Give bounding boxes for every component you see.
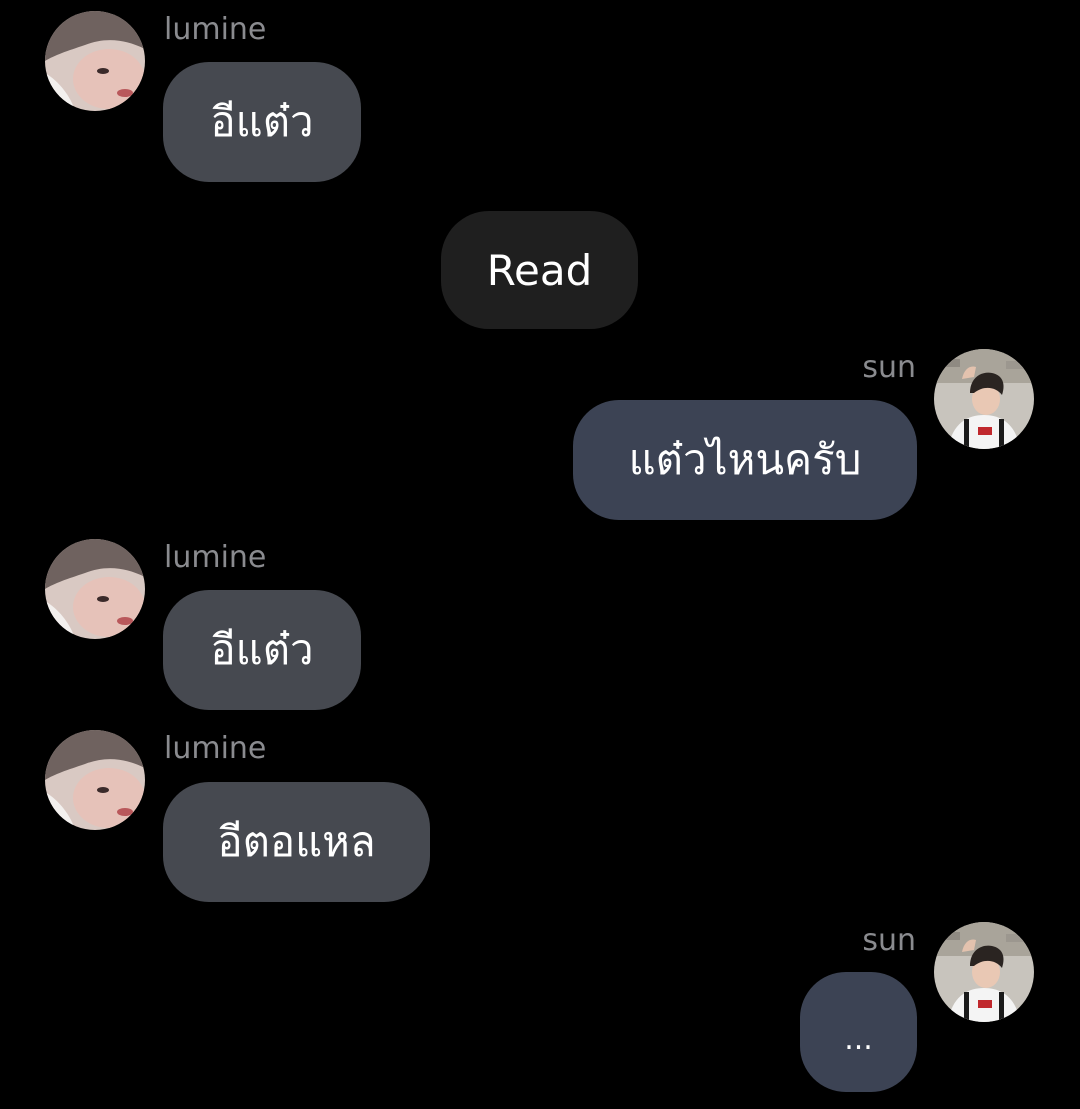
message-text: แต๋วไหนครับ — [628, 435, 862, 484]
sender-name: sun — [862, 350, 916, 385]
read-status-badge: Read — [441, 211, 638, 329]
lumine-avatar[interactable] — [45, 11, 145, 111]
message-bubble[interactable]: แต๋วไหนครับ — [573, 400, 917, 520]
sender-name: lumine — [164, 12, 267, 47]
lumine-avatar[interactable] — [45, 730, 145, 830]
message-text: อีตอแหล — [217, 817, 376, 866]
lumine-avatar[interactable] — [45, 539, 145, 639]
sender-name: sun — [862, 923, 916, 958]
sender-name: lumine — [164, 731, 267, 766]
read-status-text: Read — [486, 245, 593, 295]
sun-avatar[interactable] — [934, 349, 1034, 449]
message-bubble[interactable]: อีตอแหล — [163, 782, 430, 902]
message-bubble[interactable]: อีแต๋ว — [163, 590, 361, 710]
message-text: ... — [844, 1021, 873, 1057]
message-bubble[interactable]: ... — [800, 972, 917, 1092]
message-text: อีแต๋ว — [210, 97, 314, 146]
message-bubble[interactable]: อีแต๋ว — [163, 62, 361, 182]
message-text: อีแต๋ว — [210, 625, 314, 674]
sun-avatar[interactable] — [934, 922, 1034, 1022]
sender-name: lumine — [164, 540, 267, 575]
